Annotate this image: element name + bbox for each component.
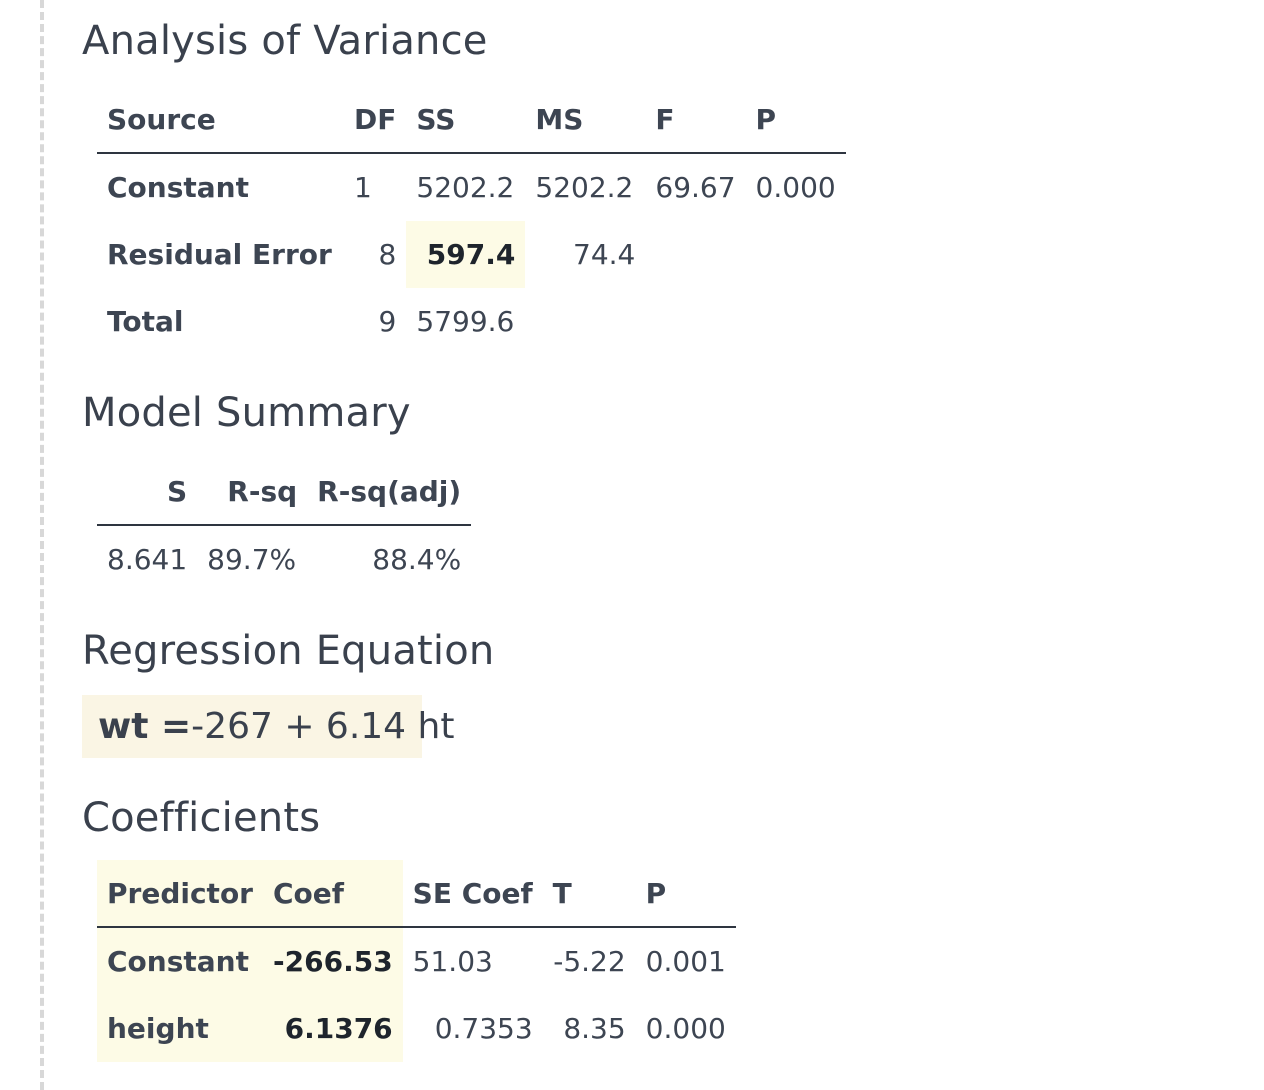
coef-t: 8.35: [563, 1012, 626, 1045]
table-row: height 6.1376 0.7353 8.35 0.000: [97, 995, 736, 1062]
model-rsq-adj-value: 88.4%: [372, 543, 462, 576]
coef-header-t: T: [552, 876, 572, 910]
anova-header-df: DF: [354, 102, 397, 136]
table-row: Constant 1 5202.2 5202.2 69.67 0.000: [97, 153, 846, 221]
anova-p: 0.000: [755, 171, 836, 204]
anova-header-row: Source DF SS MS F P: [97, 86, 846, 153]
anova-p: [746, 288, 846, 355]
coefficients-title: Coefficients: [82, 795, 321, 841]
coef-header-row: Predictor Coef SE Coef T P: [97, 860, 736, 927]
table-row: Residual Error 8 597.4 74.4: [97, 221, 846, 288]
coef-t: -5.22: [553, 945, 626, 978]
anova-p: [746, 221, 846, 288]
model-s-value: 8.641: [107, 543, 188, 576]
anova-ss: 5799.6: [416, 305, 515, 338]
anova-ms: [525, 288, 645, 355]
regression-equation: wt =-267 + 6.14 ht: [82, 695, 454, 758]
anova-title: Analysis of Variance: [82, 18, 488, 64]
anova-ms: 74.4: [573, 238, 636, 271]
anova-ms: 5202.2: [535, 171, 634, 204]
coefficients-table: Predictor Coef SE Coef T P Constant -266…: [97, 860, 736, 1062]
anova-header-ms: MS: [535, 102, 584, 136]
model-header-row: S R-sq R-sq(adj): [97, 458, 472, 525]
anova-header-ss: SS: [416, 102, 456, 136]
anova-df: 8: [378, 238, 397, 271]
anova-source: Total: [107, 305, 184, 338]
model-summary-title: Model Summary: [82, 390, 411, 436]
anova-source: Constant: [107, 171, 249, 204]
coef-header-coef: Coef: [263, 860, 403, 927]
table-row: Total 9 5799.6: [97, 288, 846, 355]
anova-ss-highlighted: 597.4: [406, 221, 526, 288]
coef-predictor: height: [97, 995, 263, 1062]
anova-df: 1: [354, 171, 372, 204]
regression-equation-title: Regression Equation: [82, 628, 495, 674]
model-header-s: S: [167, 474, 188, 508]
coef-header-p: P: [645, 876, 667, 910]
anova-header-p: P: [755, 102, 777, 136]
equation-rhs: -267 + 6.14 ht: [191, 706, 455, 747]
equation-lhs: wt =: [98, 706, 192, 747]
anova-header-source: Source: [107, 102, 216, 136]
model-header-rsq-adj: R-sq(adj): [317, 474, 462, 508]
model-header-rsq: R-sq: [227, 474, 298, 508]
anova-header-f: F: [655, 102, 675, 136]
model-rsq-value: 89.7%: [207, 543, 297, 576]
coef-header-predictor: Predictor: [97, 860, 263, 927]
model-summary-table: S R-sq R-sq(adj) 8.641 89.7% 88.4%: [97, 458, 472, 593]
coef-p: 0.001: [645, 945, 726, 978]
anova-table: Source DF SS MS F P Constant 1 5202.2 52…: [97, 86, 846, 355]
anova-source: Residual Error: [107, 238, 332, 271]
coef-se: 51.03: [412, 945, 493, 978]
anova-ss: 5202.2: [416, 171, 515, 204]
coef-p: 0.000: [645, 1012, 726, 1045]
table-row: 8.641 89.7% 88.4%: [97, 525, 471, 593]
page-left-rule: [40, 0, 44, 1090]
coef-value: 6.1376: [263, 995, 403, 1062]
coef-header-se-coef: SE Coef: [412, 876, 533, 910]
anova-f: [645, 288, 745, 355]
table-row: Constant -266.53 51.03 -5.22 0.001: [97, 927, 736, 995]
coef-value: -266.53: [263, 927, 403, 995]
coef-se: 0.7353: [434, 1012, 533, 1045]
anova-df: 9: [378, 305, 397, 338]
anova-f: 69.67: [655, 171, 736, 204]
anova-f: [645, 221, 745, 288]
coef-predictor: Constant: [97, 927, 263, 995]
